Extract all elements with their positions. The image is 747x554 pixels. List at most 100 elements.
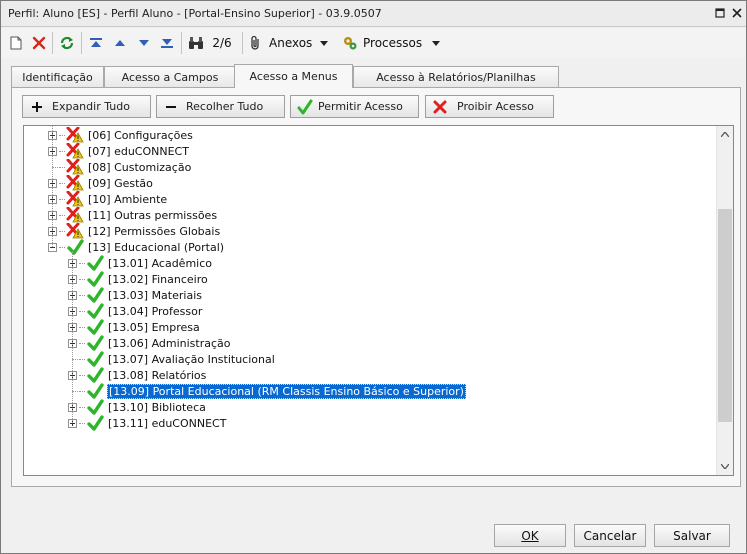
tree-child-node[interactable]: [13.04] Professor (68, 303, 203, 319)
tab-acesso-menus[interactable]: Acesso a Menus (234, 64, 353, 88)
tree-node[interactable]: [12] Permissões Globais (48, 222, 221, 239)
tab-identificacao[interactable]: Identificação (11, 66, 104, 87)
delete-x-icon (32, 36, 46, 50)
tree-node-label[interactable]: [13.11] eduCONNECT (107, 417, 227, 430)
deny-access-button[interactable]: Proibir Acesso (425, 95, 554, 118)
allowed-check-icon[interactable] (66, 239, 85, 255)
tree-node-label[interactable]: [13.10] Biblioteca (107, 401, 207, 414)
profile-window: Perfil: Aluno [ES] - Perfil Aluno - [Por… (0, 0, 747, 554)
allowed-check-icon[interactable] (86, 399, 105, 415)
ok-button[interactable]: OK (494, 524, 566, 547)
close-button[interactable] (730, 6, 744, 20)
tree-node-label[interactable]: [06] Configurações (87, 129, 194, 142)
tab-acesso-campos[interactable]: Acesso a Campos (104, 66, 236, 87)
tree-node-label[interactable]: [10] Ambiente (87, 193, 168, 206)
tree-child-node[interactable]: [13.08] Relatórios (68, 367, 207, 383)
denied-warning-icon[interactable] (66, 190, 85, 207)
tree-child-node[interactable]: [13.06] Administração (68, 335, 232, 351)
save-label: Salvar (673, 528, 711, 543)
denied-warning-icon[interactable] (66, 126, 85, 143)
tree-child-node[interactable]: [13.02] Financeiro (68, 271, 209, 287)
tree-child-node[interactable]: [13.09] Portal Educacional (RM Classis E… (68, 383, 466, 399)
processes-menu[interactable]: Processos (342, 33, 442, 53)
tree-child-node[interactable]: [13.03] Materiais (68, 287, 203, 303)
cancel-button[interactable]: Cancelar (574, 524, 646, 547)
last-record-button[interactable] (158, 33, 176, 53)
tree-node[interactable]: [11] Outras permissões (48, 206, 218, 223)
tree-child-node[interactable]: [13.05] Empresa (68, 319, 201, 335)
tree-node[interactable]: [13] Educacional (Portal) (48, 239, 225, 255)
expand-all-button[interactable]: Expandir Tudo (22, 95, 151, 118)
tree-connector (59, 198, 65, 200)
tree-node[interactable]: [07] eduCONNECT (48, 142, 190, 159)
allowed-check-icon[interactable] (86, 303, 105, 319)
allow-access-button[interactable]: Permitir Acesso (290, 95, 419, 118)
tree-child-node[interactable]: [13.10] Biblioteca (68, 399, 207, 415)
denied-warning-icon[interactable] (66, 158, 85, 175)
tree-node-label[interactable]: [13.05] Empresa (107, 321, 201, 334)
delete-button[interactable] (30, 33, 48, 53)
scrollbar-thumb[interactable] (718, 209, 732, 422)
allowed-check-icon[interactable] (86, 351, 105, 367)
allowed-check-icon[interactable] (86, 367, 105, 383)
first-record-button[interactable] (87, 33, 105, 53)
allow-access-label: Permitir Acesso (318, 100, 403, 113)
previous-record-button[interactable] (111, 33, 129, 53)
plus-icon (26, 101, 48, 112)
vertical-scrollbar[interactable] (716, 126, 733, 475)
collapse-all-button[interactable]: Recolher Tudo (156, 95, 285, 118)
find-button[interactable] (187, 33, 205, 53)
tree-node-label[interactable]: [13.04] Professor (107, 305, 203, 318)
save-button[interactable]: Salvar (654, 524, 730, 547)
cancel-label: Cancelar (583, 528, 637, 543)
tree-node[interactable]: [06] Configurações (48, 126, 194, 143)
tree-connector (79, 278, 85, 280)
attachments-menu[interactable]: Anexos (249, 33, 335, 53)
binoculars-icon (189, 37, 203, 49)
allowed-check-icon[interactable] (86, 383, 105, 399)
allowed-check-icon[interactable] (86, 287, 105, 303)
tree-node-label[interactable]: [13.02] Financeiro (107, 273, 209, 286)
tree-node-label[interactable]: [07] eduCONNECT (87, 145, 190, 158)
allowed-check-icon[interactable] (86, 255, 105, 271)
tree-node-label[interactable]: [13.09] Portal Educacional (RM Classis E… (107, 383, 466, 399)
tree-node-label[interactable]: [13.08] Relatórios (107, 369, 207, 382)
tree-node-label[interactable]: [11] Outras permissões (87, 209, 218, 222)
tree-child-node[interactable]: [13.01] Acadêmico (68, 255, 213, 271)
tree-node-label[interactable]: [12] Permissões Globais (87, 225, 221, 238)
scroll-up-arrow-icon[interactable] (717, 126, 733, 143)
denied-warning-icon[interactable] (66, 222, 85, 239)
tree-node-label[interactable]: [13.03] Materiais (107, 289, 203, 302)
tree-node-label[interactable]: [09] Gestão (87, 177, 154, 190)
allowed-check-icon[interactable] (86, 415, 105, 431)
tree-node[interactable]: [09] Gestão (48, 174, 154, 191)
tab-acesso-relatorios[interactable]: Acesso à Relatórios/Planilhas (353, 66, 559, 87)
tab-label: Identificação (22, 70, 93, 84)
refresh-icon (60, 36, 74, 50)
tree-node[interactable]: [10] Ambiente (48, 190, 168, 207)
maximize-button[interactable] (713, 6, 727, 20)
tree-node-label[interactable]: [13.07] Avaliação Institucional (107, 353, 276, 366)
refresh-button[interactable] (57, 33, 77, 53)
scroll-down-arrow-icon[interactable] (717, 458, 733, 475)
tree-node-label[interactable]: [13.01] Acadêmico (107, 257, 213, 270)
tree-node-label[interactable]: [13.06] Administração (107, 337, 232, 350)
new-document-icon (10, 36, 22, 50)
tree-child-node[interactable]: [13.11] eduCONNECT (68, 415, 227, 431)
tree-child-node[interactable]: [13.07] Avaliação Institucional (68, 351, 276, 367)
tree-node-label[interactable]: [13] Educacional (Portal) (87, 241, 225, 254)
allowed-check-icon[interactable] (86, 271, 105, 287)
tree-connector (79, 358, 85, 360)
tree-connector (59, 166, 65, 168)
next-record-button[interactable] (135, 33, 153, 53)
allowed-check-icon[interactable] (86, 335, 105, 351)
denied-warning-icon[interactable] (66, 142, 85, 159)
new-button[interactable] (7, 33, 25, 53)
tree-connector (79, 310, 85, 312)
tree-node[interactable]: [08] Customização (48, 158, 192, 175)
allowed-check-icon[interactable] (86, 319, 105, 335)
denied-warning-icon[interactable] (66, 206, 85, 223)
denied-warning-icon[interactable] (66, 174, 85, 191)
tree-node-label[interactable]: [08] Customização (87, 161, 192, 174)
menu-tree[interactable]: [06] Configurações [07] eduCONNECT [08] Cu… (23, 125, 734, 476)
